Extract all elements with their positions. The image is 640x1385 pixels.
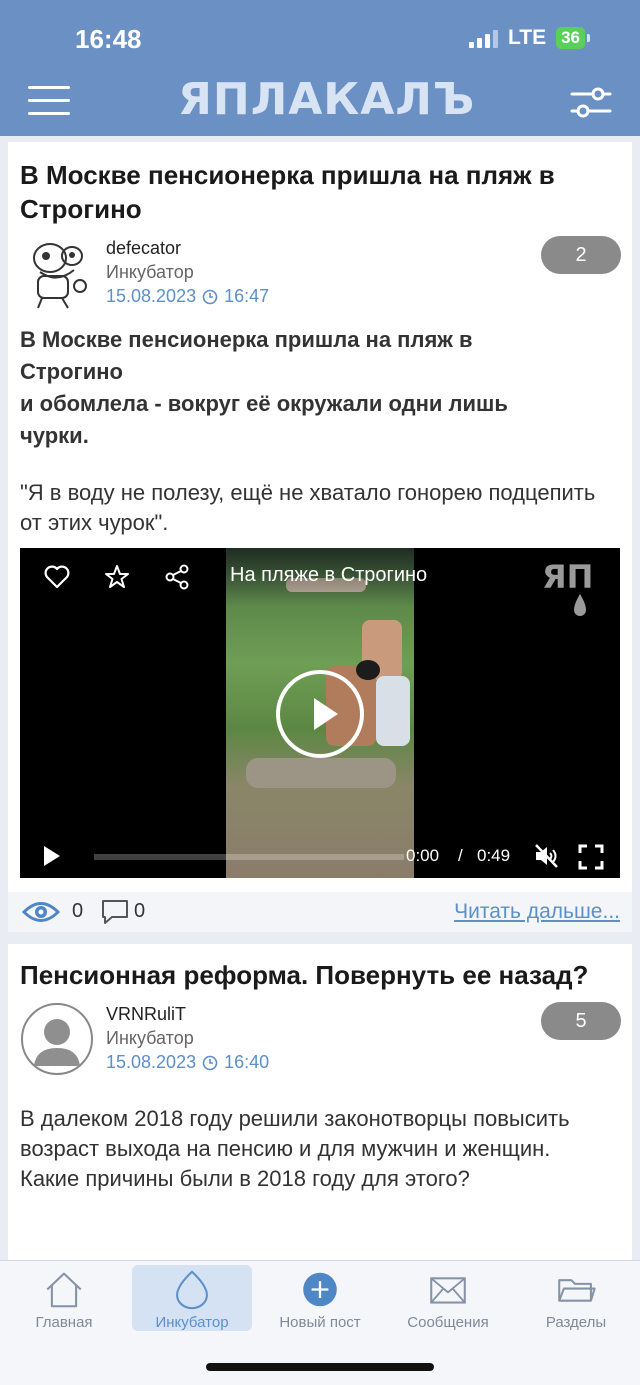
tab-label: Сообщения xyxy=(407,1314,489,1331)
tab-sections[interactable]: Разделы xyxy=(516,1265,636,1331)
time-text: 16:40 xyxy=(224,1052,270,1072)
video-duration: 0:49 xyxy=(477,846,511,865)
avatar[interactable] xyxy=(20,236,94,310)
avatar[interactable] xyxy=(20,1002,94,1076)
battery-icon: 36 xyxy=(556,27,590,49)
tab-home[interactable]: Главная xyxy=(4,1265,124,1331)
site-logo[interactable]: ЯПЛАКАЛЪ xyxy=(178,74,475,125)
plus-circle-icon xyxy=(303,1272,337,1307)
video-progress-bar[interactable] xyxy=(94,854,404,860)
post-footer: 0 0 Читать дальше... xyxy=(8,892,632,932)
status-indicators: LTE 36 xyxy=(468,26,590,50)
top-bar: 16:48 LTE 36 ЯПЛАКАЛЪ xyxy=(0,0,640,136)
hamburger-icon xyxy=(28,86,70,89)
egg-icon xyxy=(176,1270,208,1310)
section-name[interactable]: Инкубатор xyxy=(106,1028,194,1049)
read-more-link[interactable]: Читать дальше... xyxy=(454,900,620,924)
envelope-icon xyxy=(430,1277,466,1304)
author-name[interactable]: defecator xyxy=(106,238,181,259)
tab-incubator[interactable]: Инкубатор xyxy=(132,1265,252,1331)
status-time: 16:48 xyxy=(75,24,142,54)
tab-label: Главная xyxy=(35,1314,93,1331)
clock-icon xyxy=(202,1055,218,1070)
mute-icon[interactable] xyxy=(532,842,560,870)
video-watermark-logo: ЯП xyxy=(542,558,593,616)
video-title: На пляже в Строгино xyxy=(230,564,428,586)
share-icon[interactable] xyxy=(162,562,192,592)
post-body-bold: В Москве пенсионерка пришла на пляж в Ст… xyxy=(20,327,508,448)
rating-badge[interactable]: 2 xyxy=(541,236,621,274)
time-separator: / xyxy=(458,846,463,865)
tab-label: Разделы xyxy=(545,1314,607,1331)
comments-count[interactable]: 0 xyxy=(134,900,145,923)
date-text: 15.08.2023 xyxy=(106,1052,197,1072)
home-icon xyxy=(46,1272,82,1308)
network-type: LTE xyxy=(507,26,547,49)
post-body: В далеком 2018 году решили законотворцы … xyxy=(20,1106,570,1191)
signal-icon xyxy=(468,28,498,48)
tab-new-post[interactable]: Новый пост xyxy=(260,1265,380,1331)
video-controls: 0:00 / 0:49 xyxy=(20,834,620,878)
clock-icon xyxy=(202,289,218,304)
post-date: 15.08.2023 16:40 xyxy=(106,1052,269,1073)
folder-icon xyxy=(558,1279,596,1302)
tab-label: Инкубатор xyxy=(155,1314,229,1331)
heart-icon[interactable] xyxy=(42,562,72,592)
fullscreen-icon[interactable] xyxy=(578,844,604,870)
tab-label: Новый пост xyxy=(279,1314,361,1331)
section-name[interactable]: Инкубатор xyxy=(106,262,194,283)
svg-text:ЯП: ЯП xyxy=(542,558,593,596)
post-body-quote: "Я в воду не полезу, ещё не хватало гоно… xyxy=(20,480,596,535)
battery-level: 36 xyxy=(556,27,585,49)
star-icon[interactable] xyxy=(102,562,132,592)
menu-button[interactable] xyxy=(28,86,70,118)
filter-settings-icon[interactable] xyxy=(570,86,612,120)
views-count: 0 xyxy=(72,900,84,922)
post-date: 15.08.2023 16:47 xyxy=(106,286,269,307)
author-name[interactable]: VRNRuliT xyxy=(106,1004,186,1025)
comment-icon[interactable] xyxy=(100,898,130,926)
date-text: 15.08.2023 xyxy=(106,286,197,306)
play-overlay-button[interactable] xyxy=(276,670,364,758)
tab-messages[interactable]: Сообщения xyxy=(388,1265,508,1331)
post-title[interactable]: В Москве пенсионерка пришла на пляж в Ст… xyxy=(20,158,610,226)
home-indicator xyxy=(206,1363,434,1371)
eye-icon xyxy=(22,902,60,922)
post-card[interactable]: В Москве пенсионерка пришла на пляж в Ст… xyxy=(8,142,632,932)
play-icon[interactable] xyxy=(44,846,60,866)
video-player[interactable]: На пляже в Строгино ЯП 0:00 / 0:49 xyxy=(20,548,620,878)
post-card[interactable]: Пенсионная реформа. Повернуть ее назад? … xyxy=(8,944,632,1260)
post-title[interactable]: Пенсионная реформа. Повернуть ее назад? xyxy=(20,958,610,992)
current-time: 0:00 xyxy=(406,846,440,865)
time-text: 16:47 xyxy=(224,286,270,306)
rating-badge[interactable]: 5 xyxy=(541,1002,621,1040)
